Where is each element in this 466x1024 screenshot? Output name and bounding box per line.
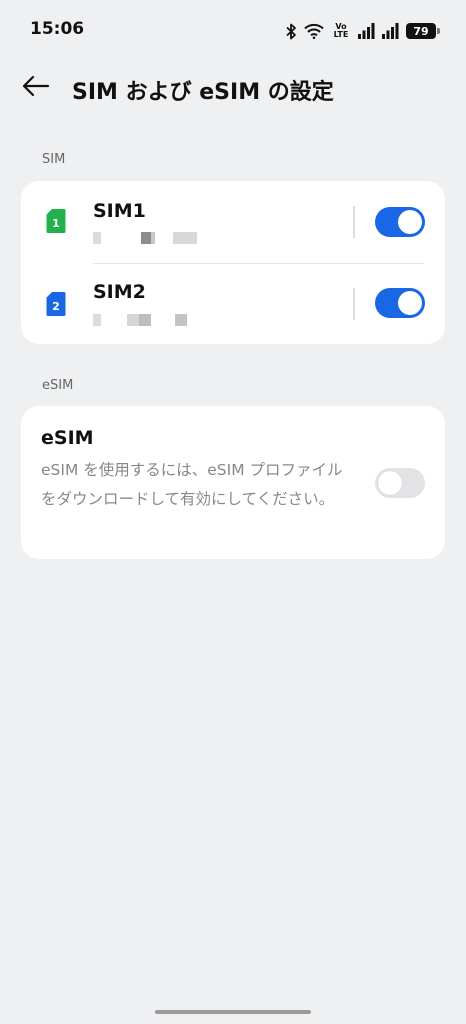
back-arrow-icon — [22, 75, 50, 97]
signal-icon — [358, 23, 375, 39]
page-title: SIM および eSIM の設定 — [72, 80, 334, 105]
status-bar: 15:06 Vo LTE 79 — [0, 0, 466, 60]
battery-level: 79 — [413, 24, 429, 38]
sim1-icon-label: 1 — [52, 217, 60, 230]
vertical-divider — [353, 206, 355, 238]
toggle-knob — [398, 291, 422, 315]
esim-toggle[interactable] — [375, 468, 425, 498]
volte-icon: Vo LTE — [331, 23, 351, 39]
toggle-knob — [378, 471, 402, 495]
sim2-icon: 2 — [46, 292, 66, 316]
sim2-name: SIM2 — [93, 281, 146, 303]
section-label-sim: SIM — [42, 152, 66, 167]
sim1-name: SIM1 — [93, 200, 146, 222]
sim2-number-redacted — [93, 314, 203, 327]
back-button[interactable] — [18, 70, 54, 102]
wifi-icon — [304, 23, 324, 39]
section-label-esim: eSIM — [42, 378, 74, 393]
sim-row-1[interactable]: 1 SIM1 — [21, 181, 445, 263]
sim1-icon: 1 — [46, 209, 66, 233]
volte-line2: LTE — [333, 30, 349, 39]
signal-icon — [382, 23, 399, 39]
battery-icon: 79 — [406, 23, 440, 39]
header: SIM および eSIM の設定 — [0, 62, 466, 112]
status-time: 15:06 — [30, 19, 85, 39]
sim1-toggle[interactable] — [375, 207, 425, 237]
sim2-toggle[interactable] — [375, 288, 425, 318]
esim-description: eSIM を使用するには、eSIM プロファイルをダウンロードして有効にしてくだ… — [41, 461, 343, 508]
status-icons: Vo LTE 79 — [285, 20, 440, 42]
vertical-divider — [353, 288, 355, 320]
sim1-number-redacted — [93, 232, 203, 245]
toggle-knob — [398, 210, 422, 234]
sim-card: 1 SIM1 2 SIM2 — [21, 181, 445, 344]
bluetooth-icon — [285, 23, 297, 40]
esim-title: eSIM — [41, 427, 94, 449]
esim-card[interactable]: eSIM eSIM を使用するには、eSIM プロファイルをダウンロードして有効… — [21, 406, 445, 559]
home-indicator[interactable] — [155, 1010, 311, 1014]
sim2-icon-label: 2 — [52, 300, 60, 313]
sim-row-2[interactable]: 2 SIM2 — [21, 263, 445, 345]
